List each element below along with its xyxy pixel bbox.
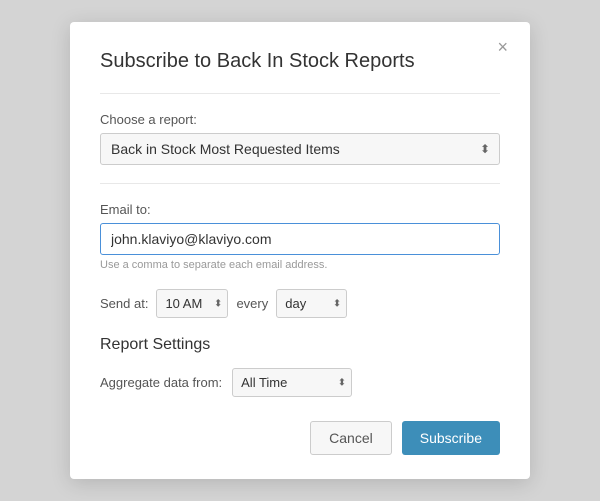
divider-middle <box>100 183 500 184</box>
email-field-group: Email to: Use a comma to separate each e… <box>100 202 500 271</box>
send-at-label: Send at: <box>100 296 148 311</box>
subscribe-button[interactable]: Subscribe <box>402 421 500 455</box>
email-input[interactable] <box>100 223 500 255</box>
modal-title: Subscribe to Back In Stock Reports <box>100 50 500 73</box>
close-button[interactable]: × <box>491 36 514 58</box>
frequency-select-wrapper: day week month ⬍ <box>276 289 347 318</box>
divider-top <box>100 93 500 94</box>
every-text: every <box>236 296 268 311</box>
report-settings-title: Report Settings <box>100 336 500 354</box>
report-select[interactable]: Back in Stock Most Requested Items Back … <box>100 133 500 165</box>
time-select[interactable]: 6 AM 7 AM 8 AM 9 AM 10 AM 11 AM 12 PM <box>156 289 228 318</box>
report-select-wrapper: Back in Stock Most Requested Items Back … <box>100 133 500 165</box>
aggregate-select-wrapper: All Time Last 7 Days Last 30 Days Last 9… <box>232 368 352 397</box>
modal-footer: Cancel Subscribe <box>100 421 500 455</box>
cancel-button[interactable]: Cancel <box>310 421 392 455</box>
modal-overlay: × Subscribe to Back In Stock Reports Cho… <box>0 0 600 501</box>
email-hint: Use a comma to separate each email addre… <box>100 259 500 271</box>
aggregate-row: Aggregate data from: All Time Last 7 Day… <box>100 368 500 397</box>
report-field-group: Choose a report: Back in Stock Most Requ… <box>100 112 500 165</box>
aggregate-label: Aggregate data from: <box>100 375 222 390</box>
aggregate-select[interactable]: All Time Last 7 Days Last 30 Days Last 9… <box>232 368 352 397</box>
modal-dialog: × Subscribe to Back In Stock Reports Cho… <box>70 22 530 479</box>
email-label: Email to: <box>100 202 500 217</box>
frequency-select[interactable]: day week month <box>276 289 347 318</box>
send-at-row: Send at: 6 AM 7 AM 8 AM 9 AM 10 AM 11 AM… <box>100 289 500 318</box>
report-label: Choose a report: <box>100 112 500 127</box>
time-select-wrapper: 6 AM 7 AM 8 AM 9 AM 10 AM 11 AM 12 PM ⬍ <box>156 289 228 318</box>
